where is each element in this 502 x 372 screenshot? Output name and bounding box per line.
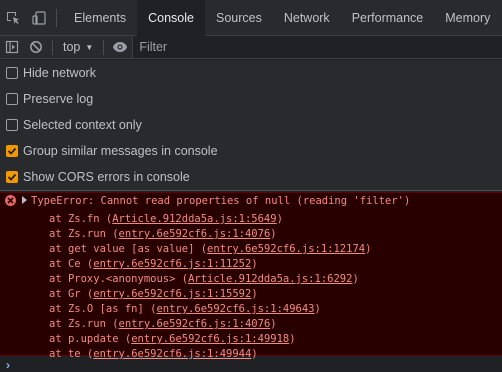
filter-input[interactable] <box>132 36 502 58</box>
frame-text: ) <box>314 303 321 315</box>
frame-text: at get value [as value] ( <box>49 243 208 255</box>
stack-frame: at p.update (entry.6e592cf6.js:1:49918) <box>49 332 371 347</box>
stack-frame: at Zs.O [as fn] (entry.6e592cf6.js:1:496… <box>49 302 371 317</box>
checkbox[interactable] <box>6 93 18 105</box>
checkbox[interactable] <box>6 67 18 79</box>
setting-label: Selected context only <box>23 118 142 132</box>
frame-text: ) <box>352 273 359 285</box>
frame-text: at Zs.run ( <box>49 318 119 330</box>
tab-sources[interactable]: Sources <box>205 0 273 36</box>
stack-trace: at Zs.fn (Article.912dda5a.js:1:5649) at… <box>49 212 371 362</box>
toolbar-divider <box>103 39 105 55</box>
frame-text: at p.update ( <box>49 333 132 345</box>
stack-frame: at get value [as value] (entry.6e592cf6.… <box>49 242 371 257</box>
source-link[interactable]: entry.6e592cf6.js:1:11252 <box>93 258 251 270</box>
error-icon <box>5 195 16 206</box>
console-settings-pane: Hide network Preserve log Selected conte… <box>0 60 502 191</box>
source-link[interactable]: entry.6e592cf6.js:1:49643 <box>156 303 314 315</box>
stack-frame: at Ce (entry.6e592cf6.js:1:11252) <box>49 257 371 272</box>
frame-text: ) <box>251 288 258 300</box>
clear-console-icon[interactable] <box>24 36 48 59</box>
checkbox[interactable] <box>6 171 18 183</box>
console-toolbar: top ▼ <box>0 36 502 59</box>
frame-text: at Zs.O [as fn] ( <box>49 303 157 315</box>
checkbox[interactable] <box>6 145 18 157</box>
stack-frame: at Zs.run (entry.6e592cf6.js:1:4076) <box>49 227 371 242</box>
source-link[interactable]: Article.912dda5a.js:1:6292 <box>188 273 352 285</box>
source-link[interactable]: entry.6e592cf6.js:1:12174 <box>207 243 365 255</box>
tab-network[interactable]: Network <box>273 0 341 36</box>
source-link[interactable]: entry.6e592cf6.js:1:4076 <box>119 318 271 330</box>
error-message[interactable]: TypeError: Cannot read properties of nul… <box>31 195 410 207</box>
source-link[interactable]: entry.6e592cf6.js:1:15592 <box>93 288 251 300</box>
tab-console[interactable]: Console <box>137 0 205 36</box>
stack-frame: at Zs.fn (Article.912dda5a.js:1:5649) <box>49 212 371 227</box>
setting-group-similar[interactable]: Group similar messages in console <box>0 138 502 164</box>
frame-text: at Proxy.<anonymous> ( <box>49 273 189 285</box>
setting-label: Show CORS errors in console <box>23 170 190 184</box>
toolbar-divider <box>52 39 53 55</box>
frame-text: ) <box>270 318 277 330</box>
console-output: TypeError: Cannot read properties of nul… <box>0 192 502 360</box>
tab-memory[interactable]: Memory <box>434 0 501 36</box>
stack-frame: at Zs.run (entry.6e592cf6.js:1:4076) <box>49 317 371 332</box>
tab-elements[interactable]: Elements <box>63 0 137 36</box>
frame-text: at Ce ( <box>49 258 94 270</box>
context-selector-value: top <box>63 40 81 54</box>
devtools-tabbar: Elements Console Sources Network Perform… <box>0 0 502 36</box>
tabbar-divider <box>56 8 57 27</box>
frame-text: at Gr ( <box>49 288 94 300</box>
eye-icon[interactable] <box>108 36 132 59</box>
frame-text: ) <box>289 333 296 345</box>
frame-text: ) <box>270 228 277 240</box>
sidebar-toggle-icon[interactable] <box>0 36 24 59</box>
frame-text: at Zs.fn ( <box>49 213 113 225</box>
stack-frame: at Proxy.<anonymous> (Article.912dda5a.j… <box>49 272 371 287</box>
frame-text: at Zs.run ( <box>49 228 119 240</box>
stack-frame: at Gr (entry.6e592cf6.js:1:15592) <box>49 287 371 302</box>
setting-hide-network[interactable]: Hide network <box>0 60 502 86</box>
checkbox[interactable] <box>6 119 18 131</box>
setting-label: Group similar messages in console <box>23 144 218 158</box>
frame-text: ) <box>251 258 258 270</box>
setting-selected-context-only[interactable]: Selected context only <box>0 112 502 138</box>
tab-performance[interactable]: Performance <box>341 0 435 36</box>
expand-triangle-icon[interactable] <box>22 196 27 204</box>
prompt-chevron-icon: › <box>6 357 10 372</box>
setting-label: Hide network <box>23 66 96 80</box>
frame-text: ) <box>276 213 283 225</box>
setting-preserve-log[interactable]: Preserve log <box>0 86 502 112</box>
setting-show-cors-errors[interactable]: Show CORS errors in console <box>0 164 502 190</box>
source-link[interactable]: Article.912dda5a.js:1:5649 <box>112 213 276 225</box>
source-link[interactable]: entry.6e592cf6.js:1:49918 <box>131 333 289 345</box>
device-toolbar-icon[interactable] <box>26 0 52 36</box>
frame-text: ) <box>365 243 372 255</box>
source-link[interactable]: entry.6e592cf6.js:1:4076 <box>119 228 271 240</box>
context-selector[interactable]: top ▼ <box>57 36 99 59</box>
setting-label: Preserve log <box>23 92 94 106</box>
console-prompt[interactable]: › <box>0 357 502 372</box>
caret-down-icon: ▼ <box>85 42 94 52</box>
inspect-element-icon[interactable] <box>0 0 26 36</box>
